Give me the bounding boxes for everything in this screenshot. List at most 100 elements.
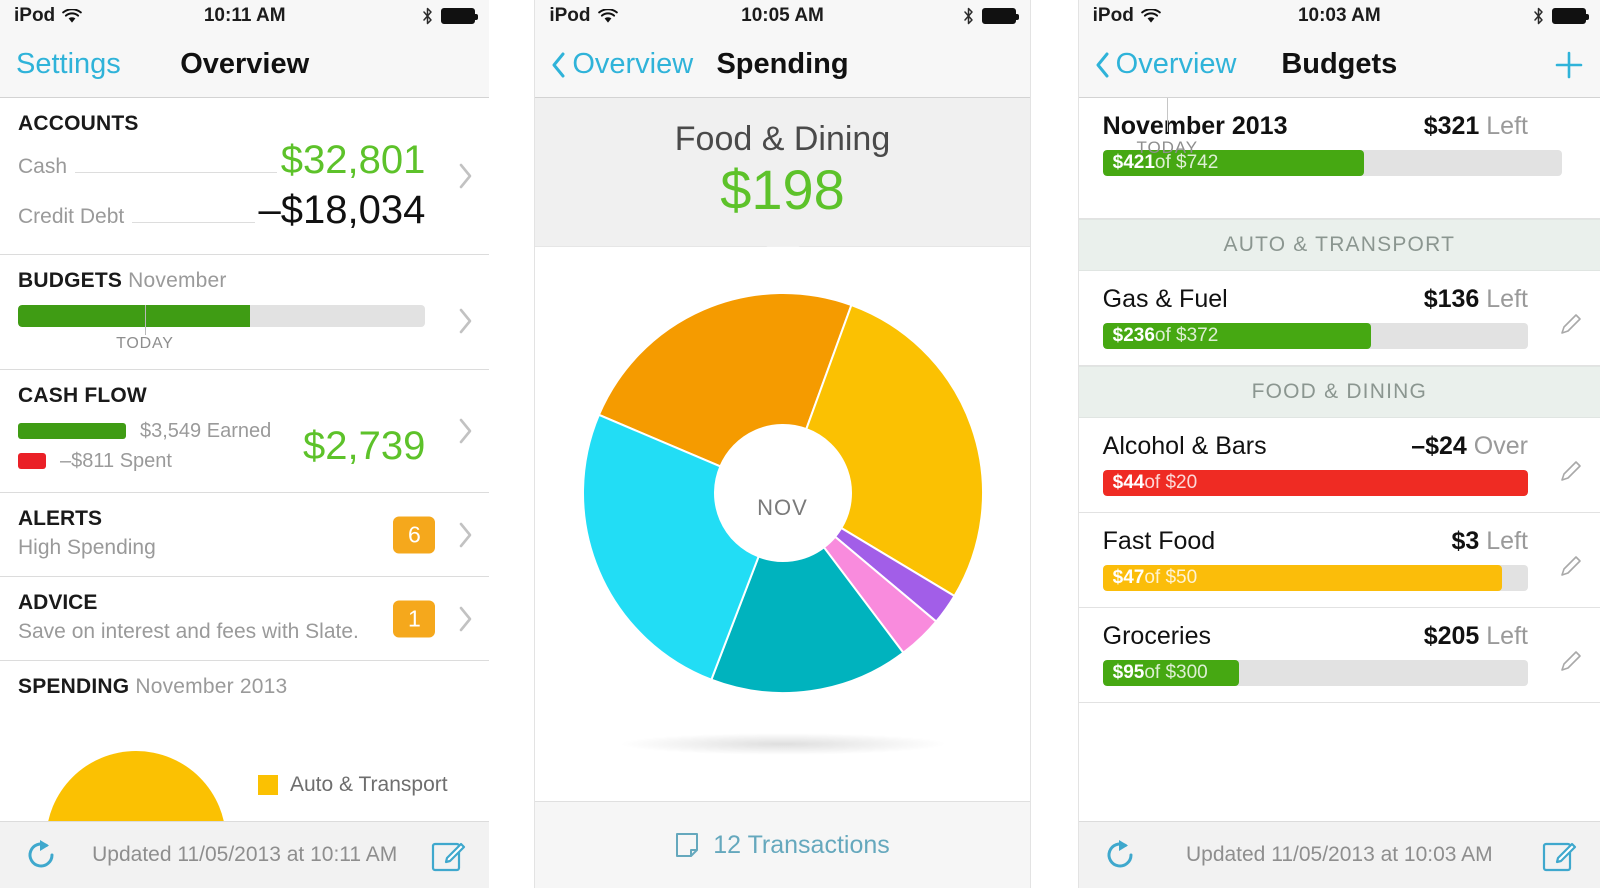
spending-chart-area: Auto & Transport	[18, 715, 471, 821]
advice-card[interactable]: ADVICE Save on interest and fees with Sl…	[0, 577, 490, 661]
overview-scroll[interactable]: ACCOUNTS Cash $32,801 Credit Debt –$18,0…	[0, 98, 490, 821]
cashflow-card[interactable]: CASH FLOW $3,549 Earned –$811 Spent $2,7…	[0, 370, 490, 493]
budget-section-header: AUTO & TRANSPORT	[1078, 219, 1600, 271]
chevron-right-icon[interactable]	[459, 522, 473, 548]
edit-budget-button[interactable]	[1558, 553, 1584, 579]
edit-budget-button[interactable]	[1558, 648, 1584, 674]
budgets-list[interactable]: November 2013 $321 Left $421 of $742 TOD…	[1078, 98, 1600, 821]
budget-row-top: November 2013 $321 Left	[1103, 112, 1584, 141]
edit-budget-button[interactable]	[1558, 458, 1584, 484]
budget-of-total: of $20	[1144, 472, 1198, 493]
cashflow-spent-row: –$811 Spent	[18, 446, 303, 476]
budgets-card[interactable]: BUDGETS November TODAY	[0, 255, 490, 370]
carrier-label: iPod	[549, 5, 591, 26]
spending-title-label: SPENDING	[18, 675, 130, 698]
spending-subtitle: November 2013	[135, 675, 288, 698]
budgets-progress-wrap: TODAY	[18, 305, 471, 352]
budget-name: Gas & Fuel	[1102, 285, 1228, 313]
chevron-right-icon[interactable]	[459, 606, 473, 632]
spending-donut-chart[interactable]	[573, 283, 993, 703]
donut-shadow	[617, 733, 948, 755]
account-label: Credit Debt	[18, 205, 125, 228]
budgets-title-label: BUDGETS	[18, 269, 123, 292]
cashflow-title: CASH FLOW	[18, 384, 147, 407]
today-label: TODAY	[1136, 138, 1199, 157]
last-updated-label: Updated 11/05/2013 at 10:11 AM	[92, 843, 398, 866]
budget-spent: $95	[1112, 662, 1145, 683]
carrier-label: iPod	[14, 5, 56, 26]
spending-title: SPENDING November 2013	[18, 675, 471, 699]
wifi-icon	[62, 8, 82, 24]
budget-row[interactable]: November 2013 $321 Left $421 of $742 TOD…	[1078, 98, 1600, 219]
status-left: iPod	[549, 5, 618, 27]
status-right	[1533, 7, 1589, 25]
budget-progress-track: $236 of $372	[1102, 323, 1528, 349]
alerts-card[interactable]: ALERTS High Spending 6	[0, 493, 490, 577]
budget-row-top: Alcohol & Bars –$24 Over	[1103, 432, 1584, 461]
chevron-right-icon[interactable]	[459, 418, 473, 444]
last-updated-label: Updated 11/05/2013 at 10:03 AM	[1185, 843, 1493, 866]
account-row-cash[interactable]: Cash $32,801	[18, 138, 425, 188]
account-row-credit-debt[interactable]: Credit Debt –$18,034	[18, 188, 425, 238]
budget-progress-track: $95 of $300	[1102, 660, 1528, 686]
chevron-right-icon[interactable]	[459, 308, 473, 334]
status-bar-spending: iPod 10:05 AM	[535, 0, 1030, 32]
budget-spent: $47	[1112, 567, 1145, 588]
phone-spending: iPod 10:05 AM Overview Spending Food & D…	[534, 0, 1031, 888]
budget-remaining-word: Left	[1486, 285, 1528, 313]
spent-bar	[18, 453, 46, 469]
budget-remaining-word: Over	[1473, 432, 1528, 460]
spending-category-label: Food & Dining	[674, 120, 891, 158]
budget-row[interactable]: Gas & Fuel $136 Left $236 of $372	[1078, 271, 1600, 366]
budget-remaining-amount: $3	[1451, 527, 1480, 555]
refresh-icon[interactable]	[22, 836, 60, 874]
budget-name: Fast Food	[1102, 527, 1216, 555]
status-bar-budgets: iPod 10:03 AM	[1078, 0, 1600, 32]
add-budget-button[interactable]	[1554, 50, 1584, 80]
accounts-title: ACCOUNTS	[18, 112, 139, 135]
budgets-title: BUDGETS November	[18, 269, 471, 293]
back-button-overview[interactable]: Overview	[551, 48, 693, 81]
panel-gap	[1030, 0, 1078, 888]
wifi-icon	[597, 8, 618, 24]
budget-remaining: $3 Left	[1452, 527, 1528, 556]
budget-progress-track: $47 of $50	[1102, 565, 1528, 591]
budgets-subtitle: November	[128, 269, 227, 292]
donut-chart-area[interactable]: NOV	[535, 246, 1030, 801]
bluetooth-icon	[1533, 7, 1544, 25]
screenshot-stage: iPod 10:11 AM Settings Overview ACCOUNTS…	[0, 0, 1600, 888]
budget-progress-fill: $236 of $372	[1102, 323, 1371, 349]
status-right	[963, 7, 1019, 25]
budget-of-total: of $50	[1144, 567, 1198, 588]
budget-remaining-amount: $205	[1423, 622, 1480, 650]
budget-row[interactable]: Groceries $205 Left $95 of $300	[1078, 608, 1600, 703]
compose-icon[interactable]	[429, 836, 467, 874]
budget-remaining-word: Left	[1486, 622, 1528, 650]
budget-row[interactable]: Fast Food $3 Left $47 of $50	[1078, 513, 1600, 608]
chevron-right-icon[interactable]	[459, 163, 473, 189]
accounts-card[interactable]: ACCOUNTS Cash $32,801 Credit Debt –$18,0…	[0, 98, 490, 255]
back-button-overview[interactable]: Overview	[1095, 48, 1237, 81]
spending-card[interactable]: SPENDING November 2013 Auto & Transport	[0, 661, 490, 821]
cashflow-earned-row: $3,549 Earned	[18, 416, 303, 446]
budget-row[interactable]: Alcohol & Bars –$24 Over $44 of $20	[1078, 418, 1600, 513]
budget-row-top: Groceries $205 Left	[1103, 622, 1584, 651]
budget-spent: $44	[1112, 472, 1145, 493]
transactions-button[interactable]: 12 Transactions	[535, 801, 1030, 888]
settings-button[interactable]: Settings	[16, 48, 121, 81]
compose-icon[interactable]	[1540, 836, 1578, 874]
donut-center-label: NOV	[757, 494, 808, 520]
earned-bar	[18, 423, 126, 439]
today-marker	[144, 305, 146, 335]
budget-progress-track: $44 of $20	[1102, 470, 1528, 496]
toolbar-budgets: Updated 11/05/2013 at 10:03 AM	[1078, 821, 1600, 888]
carrier-label: iPod	[1092, 5, 1134, 26]
refresh-icon[interactable]	[1101, 836, 1139, 874]
budgets-progress-track	[18, 305, 426, 327]
status-bar-overview: iPod 10:11 AM	[0, 0, 490, 32]
edit-budget-button[interactable]	[1558, 311, 1584, 337]
alerts-badge: 6	[393, 516, 436, 553]
budget-remaining: $205 Left	[1424, 622, 1528, 651]
chevron-left-icon	[551, 52, 566, 78]
budget-remaining: $136 Left	[1424, 285, 1528, 314]
